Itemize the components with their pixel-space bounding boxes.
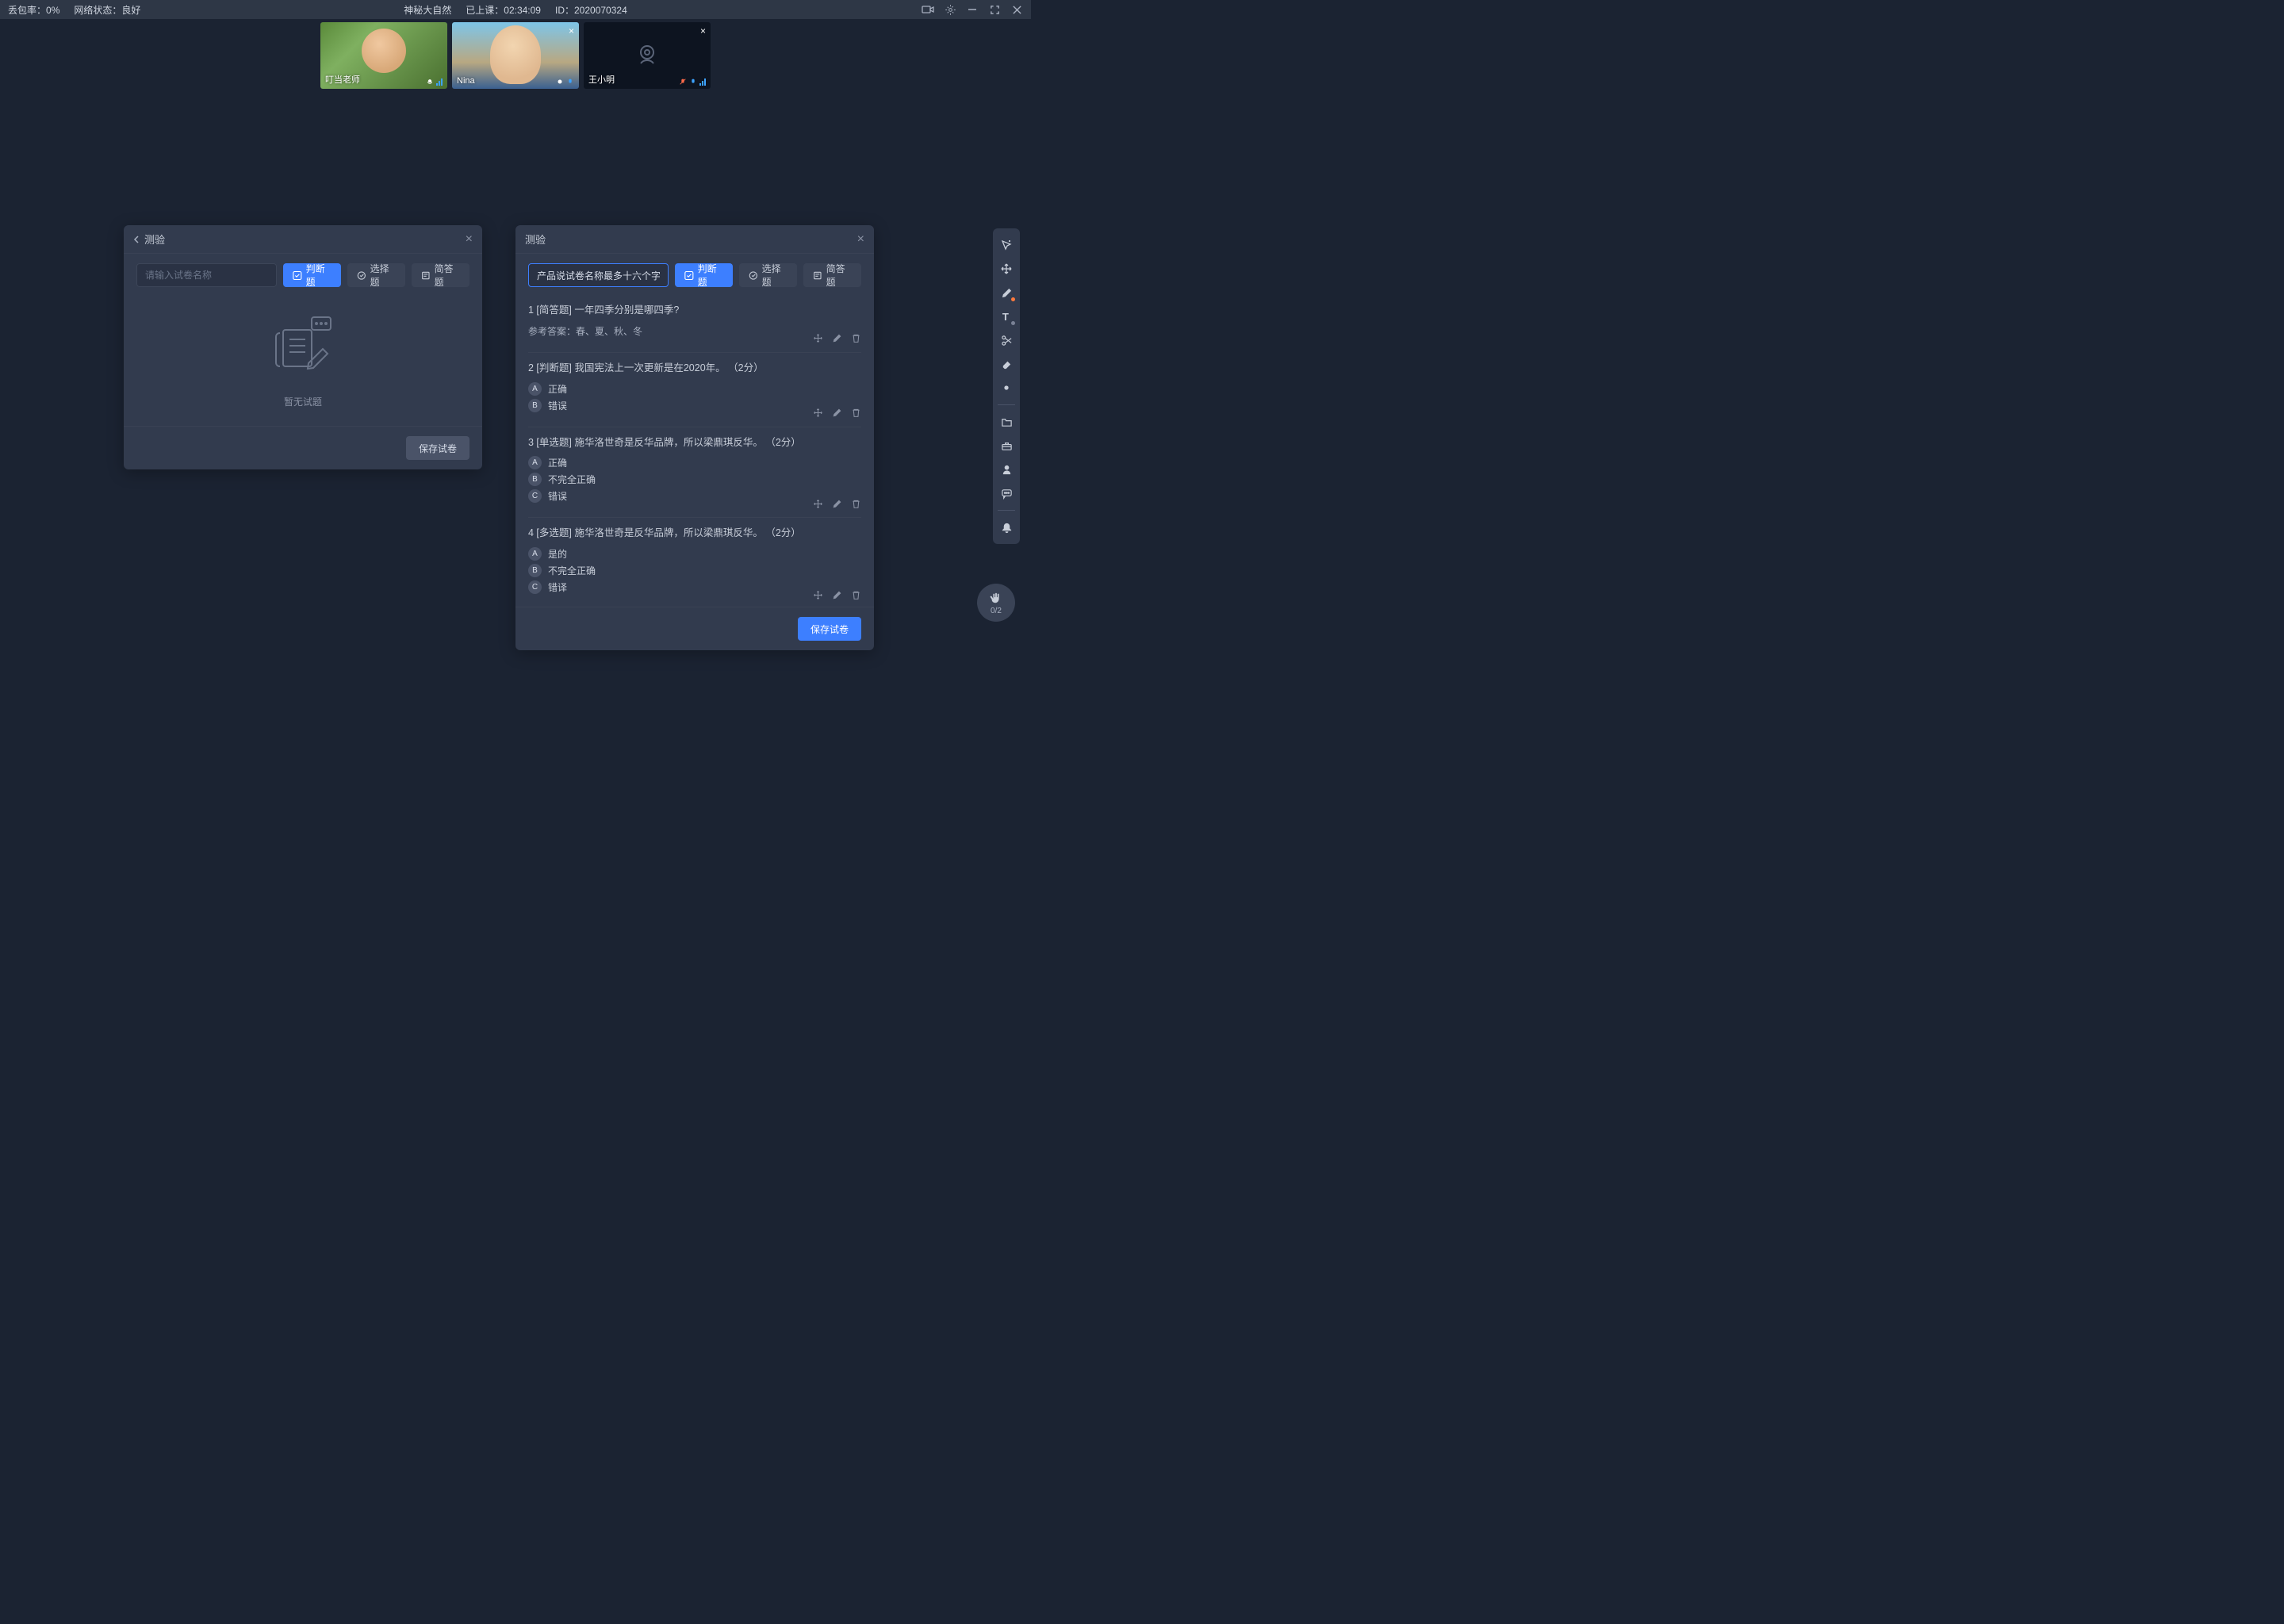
question-option[interactable]: A正确 <box>528 456 861 469</box>
chat-icon[interactable] <box>996 483 1017 504</box>
video-name: 王小明 <box>588 73 615 86</box>
side-toolbar: T <box>993 228 1020 544</box>
toolbox-icon[interactable] <box>996 435 1017 456</box>
question-title: 4 [多选题] 施华洛世奇是反华品牌，所以梁鼎琪反华。 （2分） <box>528 526 861 541</box>
save-quiz-button[interactable]: 保存试卷 <box>798 617 861 641</box>
video-tile-student-1[interactable]: × Nina <box>452 22 579 89</box>
quiz-panel-filled: 测验 × 判断题 选择题 简答题 1 [简答题] 一年四季分别是哪四季? 参考答案… <box>515 225 874 650</box>
close-icon[interactable]: × <box>569 25 574 36</box>
course-title: 神秘大自然 <box>404 3 451 17</box>
question-title: 2 [判断题] 我国宪法上一次更新是在2020年。 （2分） <box>528 361 861 376</box>
move-icon[interactable] <box>812 333 823 344</box>
edit-icon[interactable] <box>831 408 842 419</box>
question-list[interactable]: 1 [简答题] 一年四季分别是哪四季? 参考答案：春、夏、秋、冬 2 [判断题] … <box>515 295 874 607</box>
eraser-icon[interactable] <box>996 354 1017 374</box>
move-icon[interactable] <box>812 589 823 600</box>
close-icon[interactable] <box>1010 3 1023 16</box>
quiz-name-input[interactable] <box>136 263 277 287</box>
move-icon[interactable] <box>812 498 823 509</box>
edit-icon[interactable] <box>831 498 842 509</box>
question-title: 3 [单选题] 施华洛世奇是反华品牌，所以梁鼎琪反华。 （2分） <box>528 435 861 450</box>
close-icon[interactable]: × <box>466 232 473 247</box>
quiz-panel-empty: 测验 × 判断题 选择题 简答题 暂无试题 保存试卷 <box>124 225 482 469</box>
question-item: 4 [多选题] 施华洛世奇是反华品牌，所以梁鼎琪反华。 （2分） A是的 B不完全正… <box>528 518 861 607</box>
pen-icon[interactable] <box>996 282 1017 303</box>
camera-icon[interactable] <box>922 3 934 16</box>
quiz-name-input[interactable] <box>528 263 669 287</box>
chip-true-false[interactable]: 判断题 <box>675 263 733 287</box>
question-option[interactable]: A正确 <box>528 382 861 396</box>
question-option[interactable]: B不完全正确 <box>528 564 861 577</box>
chip-short-answer[interactable]: 简答题 <box>412 263 469 287</box>
question-item: 2 [判断题] 我国宪法上一次更新是在2020年。 （2分） A正确 B错误 <box>528 353 861 427</box>
empty-illustration <box>267 312 339 384</box>
question-item: 3 [单选题] 施华洛世奇是反华品牌，所以梁鼎琪反华。 （2分） A正确 B不完全正… <box>528 427 861 519</box>
elapsed-time: 已上课：02:34:09 <box>466 3 541 17</box>
close-icon[interactable]: × <box>857 232 864 247</box>
move-icon[interactable] <box>996 259 1017 279</box>
panel-title: 测验 <box>525 232 546 247</box>
chip-choice[interactable]: 选择题 <box>739 263 797 287</box>
delete-icon[interactable] <box>850 589 861 600</box>
save-quiz-button[interactable]: 保存试卷 <box>406 436 469 460</box>
answer-reference: 参考答案：春、夏、秋、冬 <box>528 324 861 338</box>
delete-icon[interactable] <box>850 498 861 509</box>
text-icon[interactable]: T <box>996 306 1017 327</box>
delete-icon[interactable] <box>850 333 861 344</box>
top-status-bar: 丢包率：0% 网络状态：良好 神秘大自然 已上课：02:34:09 ID：202… <box>0 0 1031 19</box>
hand-count: 0/2 <box>991 607 1002 615</box>
question-option[interactable]: A是的 <box>528 547 861 561</box>
question-option[interactable]: B不完全正确 <box>528 473 861 486</box>
cursor-sparkle-icon[interactable] <box>996 235 1017 255</box>
question-option[interactable]: C错译 <box>528 580 861 594</box>
panel-title: 测验 <box>144 232 165 247</box>
empty-text: 暂无试题 <box>284 395 322 408</box>
settings-icon[interactable] <box>944 3 956 16</box>
scissors-icon[interactable] <box>996 330 1017 350</box>
video-name: Nina <box>457 76 475 86</box>
chip-short-answer[interactable]: 简答题 <box>803 263 861 287</box>
network-status: 网络状态：良好 <box>74 3 140 17</box>
close-icon[interactable]: × <box>700 25 706 36</box>
question-option[interactable]: C错误 <box>528 489 861 503</box>
folder-icon[interactable] <box>996 412 1017 432</box>
question-title: 1 [简答题] 一年四季分别是哪四季? <box>528 303 861 318</box>
minimize-icon[interactable] <box>966 3 979 16</box>
hand-raise-button[interactable]: 0/2 <box>977 584 1015 622</box>
move-icon[interactable] <box>812 408 823 419</box>
video-tile-student-2[interactable]: × 王小明 <box>584 22 711 89</box>
video-name: 叮当老师 <box>325 73 360 86</box>
question-option[interactable]: B错误 <box>528 399 861 412</box>
person-icon[interactable] <box>996 459 1017 480</box>
chip-true-false[interactable]: 判断题 <box>283 263 341 287</box>
question-item: 1 [简答题] 一年四季分别是哪四季? 参考答案：春、夏、秋、冬 <box>528 295 861 353</box>
packet-loss: 丢包率：0% <box>8 3 59 17</box>
bell-icon[interactable] <box>996 517 1017 538</box>
edit-icon[interactable] <box>831 333 842 344</box>
delete-icon[interactable] <box>850 408 861 419</box>
session-id: ID：2020070324 <box>555 3 627 17</box>
hand-icon <box>989 591 1003 605</box>
camera-off-icon <box>633 41 661 70</box>
chip-choice[interactable]: 选择题 <box>347 263 405 287</box>
video-tile-teacher[interactable]: 叮当老师 <box>320 22 447 89</box>
video-strip: 叮当老师 × Nina × 王小明 <box>0 19 1031 90</box>
back-icon[interactable] <box>133 235 140 244</box>
edit-icon[interactable] <box>831 589 842 600</box>
fullscreen-icon[interactable] <box>988 3 1001 16</box>
svg-text:T: T <box>1002 311 1008 323</box>
brightness-icon[interactable] <box>996 377 1017 398</box>
